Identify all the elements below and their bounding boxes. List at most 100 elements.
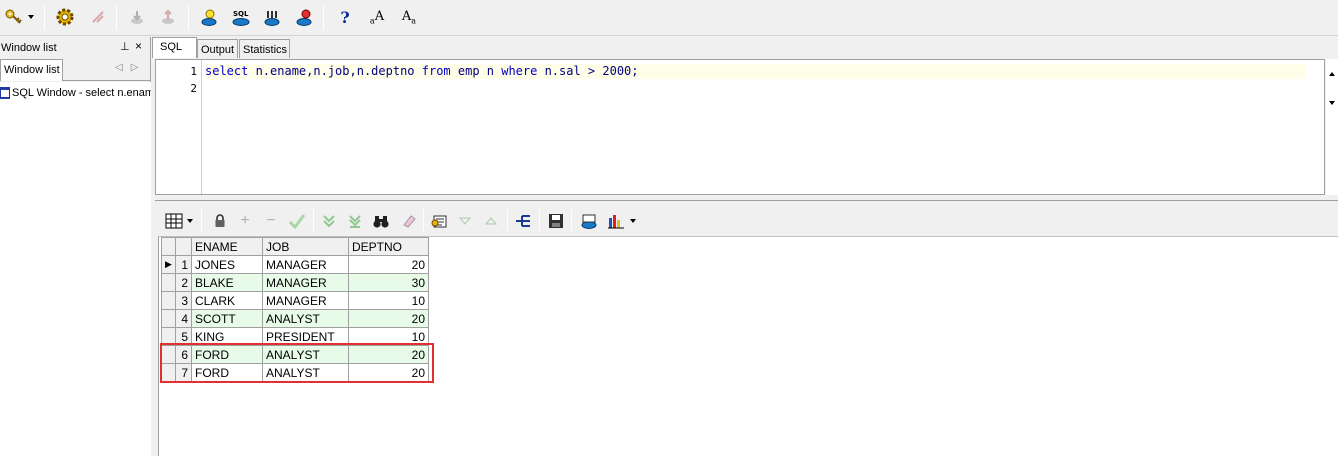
editor-scrollbar[interactable]	[1326, 59, 1338, 195]
help-button[interactable]: ?	[333, 5, 357, 29]
chart-button[interactable]	[606, 211, 626, 231]
chart-dropdown[interactable]	[628, 211, 638, 231]
find-button[interactable]	[371, 211, 391, 231]
grid-view-button[interactable]	[164, 211, 184, 231]
export-database-icon	[581, 214, 597, 229]
cell-deptno[interactable]: 30	[348, 273, 429, 292]
lock-button[interactable]	[210, 211, 230, 231]
table-row[interactable]: 7 FORD ANALYST 20	[161, 363, 429, 382]
sql-table: emp n	[450, 64, 502, 78]
corner-cell	[161, 237, 176, 256]
close-icon[interactable]: ×	[135, 39, 142, 53]
previous-record-button[interactable]	[481, 211, 501, 231]
cell-deptno[interactable]: 20	[348, 309, 429, 328]
cell-deptno[interactable]: 20	[348, 363, 429, 382]
cell-deptno[interactable]: 20	[348, 255, 429, 274]
corner-cell	[175, 237, 192, 256]
table-row[interactable]: 5 KING PRESIDENT 10	[161, 327, 429, 346]
table-row[interactable]: 4 SCOTT ANALYST 20	[161, 309, 429, 328]
sql-code-line[interactable]: select n.ename,n.job,n.deptno from emp n…	[205, 64, 1305, 79]
binoculars-icon	[373, 216, 389, 228]
font-smaller-button[interactable]: aA	[365, 5, 389, 29]
grid-icon	[165, 213, 183, 229]
command-window-button[interactable]	[260, 5, 284, 29]
cell-deptno[interactable]: 10	[348, 327, 429, 346]
key-dropdown-button[interactable]	[24, 5, 38, 29]
fetch-next-button[interactable]	[319, 211, 339, 231]
table-row[interactable]: ▶ 1 JONES MANAGER 20	[161, 255, 429, 274]
cell-ename[interactable]: CLARK	[191, 291, 263, 310]
cell-job[interactable]: PRESIDENT	[262, 327, 349, 346]
tab-output[interactable]: Output	[197, 39, 238, 58]
break-button[interactable]	[86, 5, 110, 29]
scroll-down-icon[interactable]	[1329, 101, 1335, 105]
key-button[interactable]	[2, 5, 26, 29]
tab-scroll-arrows-icon[interactable]: ◁▷	[115, 62, 146, 73]
floppy-disk-icon	[549, 214, 563, 228]
table-row[interactable]: 3 CLARK MANAGER 10	[161, 291, 429, 310]
sql-window-icon	[0, 87, 10, 99]
delete-row-button[interactable]: −	[261, 211, 281, 231]
column-header-job[interactable]: JOB	[262, 237, 349, 256]
toolbar-divider	[323, 4, 324, 30]
cell-job[interactable]: ANALYST	[262, 363, 349, 382]
query-by-example-icon	[431, 215, 447, 228]
line-number-gutter: 1 2	[156, 60, 202, 194]
row-indicator: ▶	[161, 255, 176, 274]
line-number: 2	[190, 82, 197, 95]
cell-job[interactable]: ANALYST	[262, 309, 349, 328]
clear-button[interactable]	[399, 211, 419, 231]
row-number: 5	[175, 327, 192, 346]
cell-ename[interactable]: KING	[191, 327, 263, 346]
commit-button[interactable]	[125, 5, 149, 29]
column-header-ename[interactable]: ENAME	[191, 237, 263, 256]
cell-deptno[interactable]: 10	[348, 291, 429, 310]
single-record-view-button[interactable]	[513, 211, 533, 231]
table-row[interactable]: 6 FORD ANALYST 20	[161, 345, 429, 364]
tab-window-list[interactable]: Window list	[0, 59, 63, 81]
cell-ename[interactable]: FORD	[191, 345, 263, 364]
cell-job[interactable]: ANALYST	[262, 345, 349, 364]
execute-button[interactable]	[53, 5, 77, 29]
post-changes-button[interactable]	[287, 211, 307, 231]
commit-icon	[131, 11, 143, 24]
scroll-up-icon[interactable]	[1329, 72, 1335, 76]
tab-statistics[interactable]: Statistics	[239, 39, 290, 58]
sql-button[interactable]: SQL	[228, 5, 254, 29]
explain-plan-button[interactable]	[197, 5, 221, 29]
tab-sql[interactable]: SQL	[152, 37, 197, 58]
grid-view-dropdown[interactable]	[185, 211, 195, 231]
report-button[interactable]	[292, 5, 316, 29]
cell-job[interactable]: MANAGER	[262, 273, 349, 292]
editor-tabs: SQL Output Statistics	[151, 37, 1338, 58]
cell-deptno[interactable]: 20	[348, 345, 429, 364]
column-header-deptno[interactable]: DEPTNO	[348, 237, 429, 256]
query-by-example-button[interactable]	[429, 211, 449, 231]
help-icon: ?	[340, 7, 350, 27]
toolbar-divider	[44, 4, 45, 30]
toolbar-divider	[571, 209, 572, 231]
pin-icon[interactable]: ⊥	[120, 40, 130, 53]
cell-ename[interactable]: JONES	[191, 255, 263, 274]
add-row-button[interactable]: +	[235, 211, 255, 231]
sql-editor[interactable]: 1 2 select n.ename,n.job,n.deptno from e…	[155, 59, 1325, 195]
export-button[interactable]	[579, 211, 599, 231]
font-larger-button[interactable]: Aa	[397, 5, 421, 29]
list-item[interactable]: SQL Window - select n.ename	[0, 85, 151, 101]
toolbar-divider	[313, 209, 314, 231]
rollback-button[interactable]	[156, 5, 180, 29]
next-record-button[interactable]	[455, 211, 475, 231]
cell-ename[interactable]: FORD	[191, 363, 263, 382]
cell-ename[interactable]: BLAKE	[191, 273, 263, 292]
table-row[interactable]: 2 BLAKE MANAGER 30	[161, 273, 429, 292]
fetch-last-button[interactable]	[345, 211, 365, 231]
row-number: 6	[175, 345, 192, 364]
font-smaller-icon: aA	[369, 8, 385, 26]
cell-job[interactable]: MANAGER	[262, 291, 349, 310]
save-results-button[interactable]	[546, 211, 566, 231]
cell-job[interactable]: MANAGER	[262, 255, 349, 274]
minus-icon: −	[266, 212, 276, 229]
row-indicator	[161, 309, 176, 328]
checkmark-icon	[288, 214, 306, 230]
cell-ename[interactable]: SCOTT	[191, 309, 263, 328]
